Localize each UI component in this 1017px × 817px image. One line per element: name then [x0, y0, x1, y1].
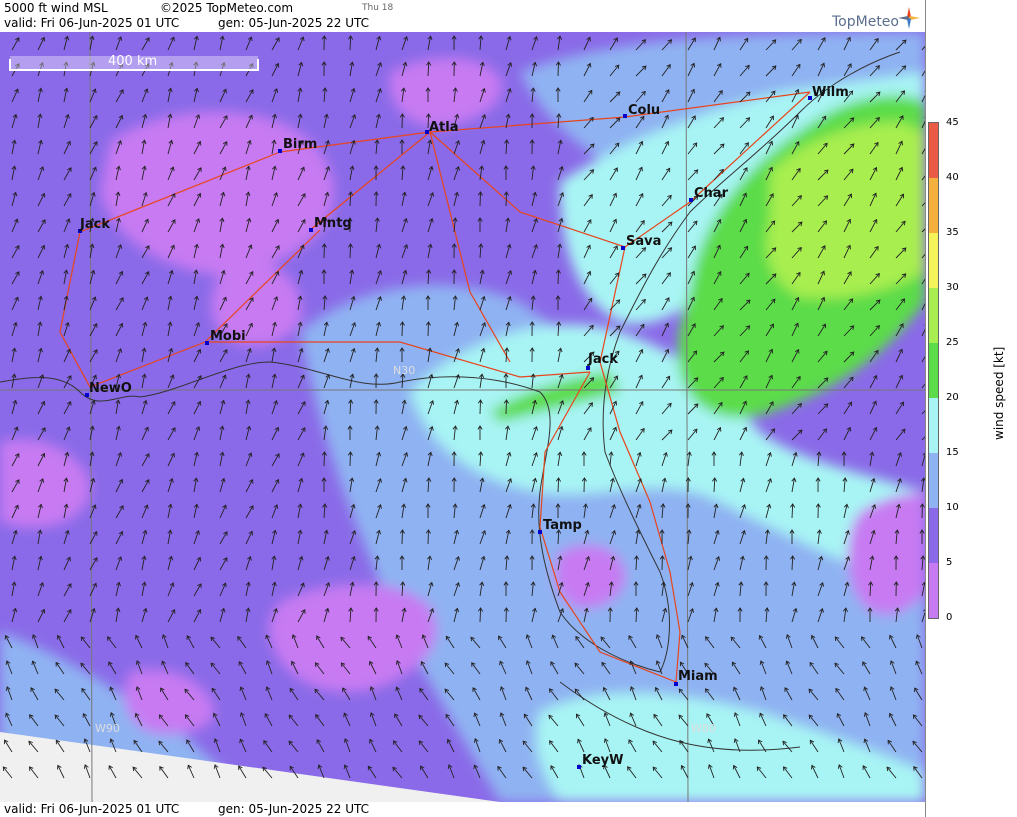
- city-label-wilm[interactable]: Wilm: [812, 85, 849, 100]
- colorbar-tick: 20: [946, 392, 959, 403]
- wind-arrow: [557, 269, 559, 285]
- city-label-char[interactable]: Char: [694, 186, 729, 201]
- city-label-miam[interactable]: Miam: [678, 669, 718, 684]
- city-label-jack-fl[interactable]: Jack: [587, 352, 618, 367]
- wind-arrow: [557, 61, 559, 77]
- city-label-jack-ms[interactable]: Jack: [79, 217, 110, 232]
- colorbar-tick: 30: [946, 282, 959, 293]
- wind-arrow: [401, 321, 403, 337]
- day-mark: Thu 18: [362, 3, 394, 13]
- colorbar-tick: 45: [946, 117, 959, 128]
- city-marker: [623, 114, 627, 118]
- city-marker: [689, 198, 693, 202]
- wind-arrow: [323, 451, 325, 467]
- city-label-colu[interactable]: Colu: [628, 103, 660, 118]
- city-label-mntg[interactable]: Mntg: [314, 216, 352, 231]
- city-marker: [278, 149, 282, 153]
- compass-logo-icon: [898, 7, 920, 29]
- city-label-sava[interactable]: Sava: [626, 234, 661, 249]
- colorbar-tick: 5: [946, 557, 953, 568]
- wind-arrow: [479, 191, 481, 207]
- city-label-mobi[interactable]: Mobi: [210, 329, 246, 344]
- wind-arrow: [427, 529, 429, 545]
- footer-valid-time: valid: Fri 06-Jun-2025 01 UTC: [4, 802, 180, 816]
- city-label-atla[interactable]: Atla: [429, 120, 459, 135]
- valid-time: valid: Fri 06-Jun-2025 01 UTC: [4, 16, 180, 30]
- scale-bar: 400 km: [9, 54, 259, 71]
- scale-bar-label: 400 km: [108, 54, 157, 69]
- city-marker: [205, 341, 209, 345]
- wind-arrow: [505, 399, 507, 415]
- city-marker: [309, 228, 313, 232]
- city-label-newo[interactable]: NewO: [89, 381, 132, 396]
- map-footer: valid: Fri 06-Jun-2025 01 UTC gen: 05-Ju…: [0, 802, 925, 817]
- topmeteo-logo: TopMeteo: [832, 14, 899, 30]
- colorbar-tick: 25: [946, 337, 959, 348]
- wind-arrow: [479, 399, 481, 415]
- city-marker: [621, 246, 625, 250]
- colorbar-tick: 15: [946, 447, 959, 458]
- city-label-keyw[interactable]: KeyW: [582, 753, 623, 768]
- wind-arrow: [349, 243, 352, 259]
- city-marker: [538, 530, 542, 534]
- colorbar-tick: 35: [946, 227, 959, 238]
- colorbar-tick: 40: [946, 172, 959, 183]
- city-marker: [577, 765, 581, 769]
- grid-label-w90: W90: [95, 722, 120, 735]
- colorbar-label: wind speed [kt]: [992, 346, 1006, 440]
- grid-label-w80: W80: [691, 722, 716, 735]
- city-label-tamp[interactable]: Tamp: [543, 518, 582, 533]
- wind-arrow: [479, 607, 482, 623]
- wind-arrow: [557, 477, 560, 493]
- wind-map-canvas: 400 km N30 W90 W80 Birm Atla Colu Wilm C…: [0, 32, 925, 802]
- copyright-text: ©2025 TopMeteo.com: [160, 1, 294, 15]
- wind-arrow: [505, 191, 507, 207]
- grid-label-n30: N30: [393, 364, 415, 377]
- footer-generated-time: gen: 05-Jun-2025 22 UTC: [218, 802, 370, 816]
- product-title: 5000 ft wind MSL: [4, 1, 108, 15]
- generated-time: gen: 05-Jun-2025 22 UTC: [218, 16, 370, 30]
- wind-arrow: [427, 321, 429, 337]
- city-label-birm[interactable]: Birm: [283, 137, 317, 152]
- wind-map[interactable]: 400 km N30 W90 W80 Birm Atla Colu Wilm C…: [0, 32, 925, 802]
- colorbar-tick: 10: [946, 502, 959, 513]
- wind-arrow: [401, 529, 403, 545]
- map-header: 5000 ft wind MSL ©2025 TopMeteo.com Thu …: [0, 0, 925, 33]
- colorbar-tick: 0: [946, 612, 953, 623]
- colorbar: [928, 122, 939, 619]
- wind-arrow: [349, 451, 351, 467]
